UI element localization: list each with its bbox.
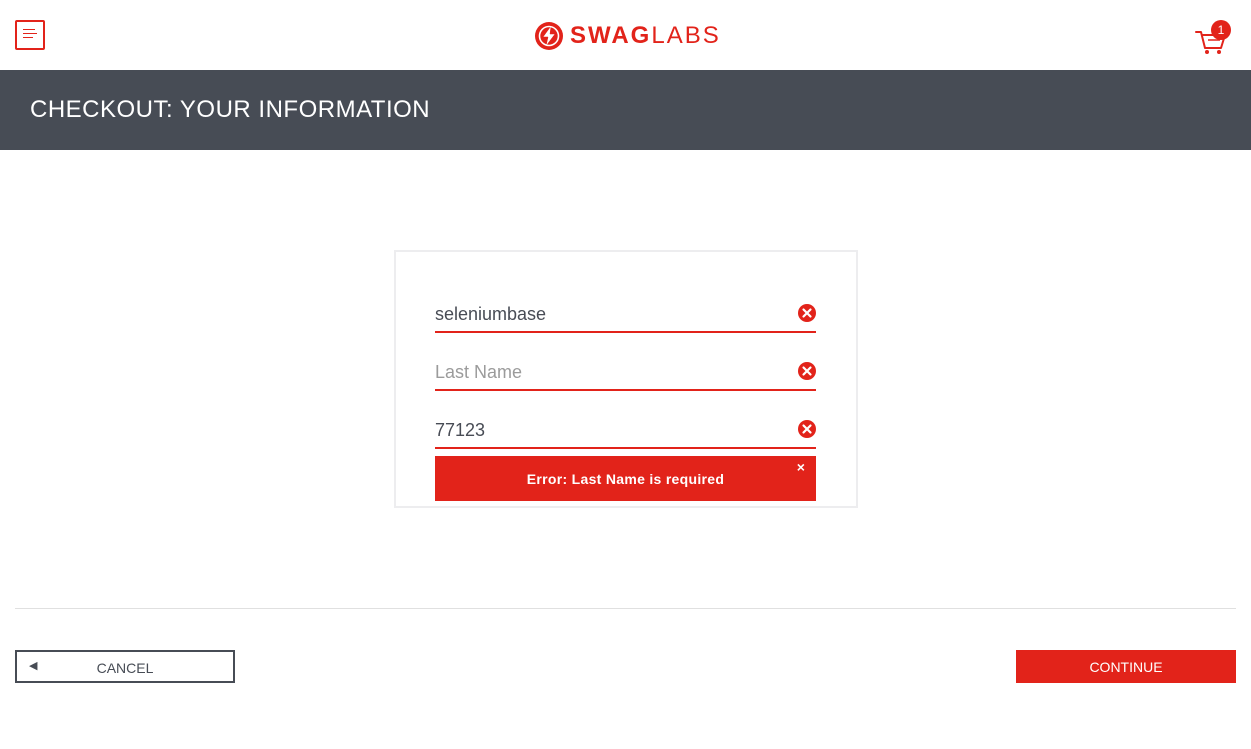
continue-button-label: CONTINUE <box>1089 658 1163 675</box>
error-x-icon <box>798 304 816 322</box>
last-name-input[interactable] <box>435 355 785 389</box>
first-name-field <box>435 297 816 333</box>
menu-line <box>23 29 35 30</box>
cart-badge: 1 <box>1211 20 1231 40</box>
postal-code-input[interactable] <box>435 413 785 447</box>
close-icon[interactable]: × <box>794 460 808 474</box>
postal-code-field <box>435 413 816 449</box>
app-header: SWAG LABS 1 <box>0 0 1251 70</box>
logo-bolt-icon <box>535 22 563 50</box>
footer-divider <box>15 608 1236 609</box>
error-x-icon <box>798 420 816 438</box>
page-title: CHECKOUT: YOUR INFORMATION <box>30 96 431 123</box>
cancel-button-label: CANCEL <box>96 660 154 676</box>
menu-line <box>23 33 37 34</box>
error-message-text: Error: Last Name is required <box>526 470 725 487</box>
swag-labs-logo: SWAG LABS <box>534 20 721 52</box>
first-name-input[interactable] <box>435 297 785 331</box>
error-x-icon <box>798 362 816 380</box>
page-subheader: CHECKOUT: YOUR INFORMATION <box>0 70 1251 150</box>
logo-text-bold: SWAG <box>570 22 652 49</box>
error-message-box: Error: Last Name is required × <box>435 456 816 501</box>
cancel-button[interactable]: ◀ CANCEL <box>15 650 235 683</box>
hamburger-menu-icon[interactable] <box>15 20 45 50</box>
menu-line <box>23 37 33 38</box>
continue-button[interactable]: CONTINUE <box>1016 650 1236 683</box>
last-name-field <box>435 355 816 391</box>
logo-text: SWAG LABS <box>570 22 721 50</box>
logo-text-light: LABS <box>651 22 721 49</box>
